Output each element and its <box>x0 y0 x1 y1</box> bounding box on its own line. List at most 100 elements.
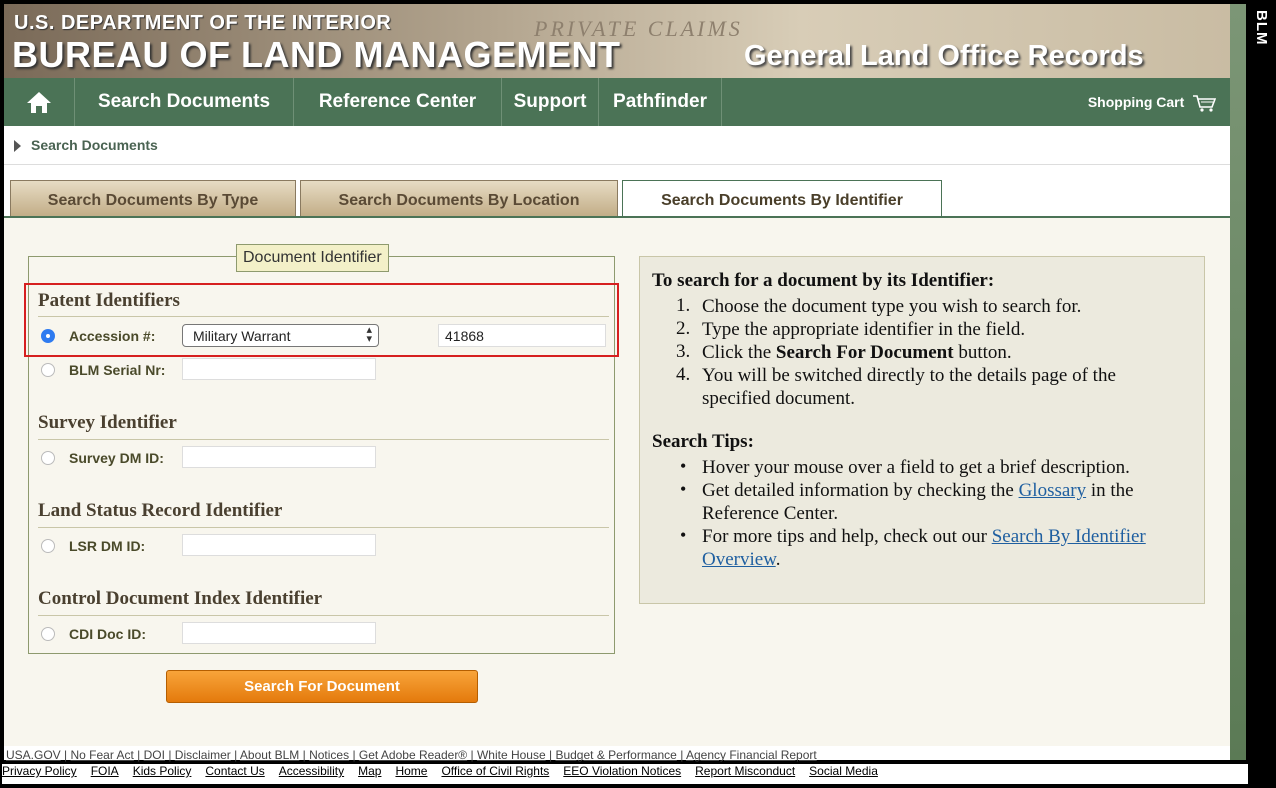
footer-link[interactable]: Get Adobe Reader® <box>359 748 467 762</box>
step3-prefix: Click the <box>702 342 772 363</box>
tip-1: Hover your mouse over a field to get a b… <box>702 457 1130 478</box>
glossary-link[interactable]: Glossary <box>1019 480 1087 501</box>
lsr-identifier-title: Land Status Record Identifier <box>38 500 283 521</box>
help-step-3: Click the Search For Document button. <box>702 341 1012 364</box>
footer-link[interactable]: USA.GOV <box>6 748 61 762</box>
content-area: Document Identifier Patent Identifiers A… <box>4 218 1230 746</box>
footer-link[interactable]: Budget & Performance <box>555 748 676 762</box>
department-name: U.S. DEPARTMENT OF THE INTERIOR <box>14 12 392 34</box>
tab-search-by-location[interactable]: Search Documents By Location <box>300 180 618 216</box>
footer-separator: | <box>164 748 175 762</box>
tab-search-by-type[interactable]: Search Documents By Type <box>10 180 296 216</box>
footer-link[interactable]: DOI <box>144 748 165 762</box>
cdi-identifier-title: Control Document Index Identifier <box>38 588 323 609</box>
step-number: 3. <box>676 341 691 362</box>
help-step-4: You will be switched directly to the det… <box>702 365 1116 386</box>
blm-serial-label: BLM Serial Nr: <box>69 362 166 378</box>
step-number: 1. <box>676 295 691 316</box>
shopping-cart-link[interactable]: Shopping Cart <box>1082 78 1222 126</box>
footer-link[interactable]: White House <box>477 748 546 762</box>
tip-3-cont: Overview. <box>702 549 781 570</box>
step-number: 4. <box>676 364 691 385</box>
footer-links-secondary: Privacy Policy FOIA Kids Policy Contact Us A… <box>2 764 1248 784</box>
footer-separator: | <box>133 748 144 762</box>
tab-search-by-identifier[interactable]: Search Documents By Identifier <box>622 180 942 217</box>
nav-reference-center[interactable]: Reference Center <box>294 78 502 126</box>
overview-link[interactable]: Overview <box>702 549 776 570</box>
breadcrumb-current[interactable]: Search Documents <box>31 137 158 153</box>
nav-pathfinder[interactable]: Pathfinder <box>599 78 722 126</box>
bureau-name[interactable]: BUREAU OF LAND MANAGEMENT <box>12 34 620 76</box>
survey-identifier-title: Survey Identifier <box>38 412 177 433</box>
bullet: • <box>680 525 687 545</box>
search-for-document-button[interactable]: Search For Document <box>166 670 478 703</box>
tip-3: For more tips and help, check out our Se… <box>702 525 1146 548</box>
right-border-gradient <box>1230 4 1246 760</box>
site-header: U.S. DEPARTMENT OF THE INTERIOR PRIVATE … <box>4 4 1230 78</box>
footer-link[interactable]: Report Misconduct <box>695 764 795 778</box>
cart-icon <box>1193 95 1217 112</box>
blm-serial-input[interactable] <box>182 358 376 380</box>
footer-separator: | <box>299 748 310 762</box>
step-number: 2. <box>676 318 691 339</box>
tip-2: Get detailed information by checking the… <box>702 479 1134 502</box>
blm-side-label: BLM <box>1253 10 1270 46</box>
site-subtitle: General Land Office Records <box>744 40 1144 72</box>
footer-separator: | <box>349 748 359 762</box>
footer-link[interactable]: Office of Civil Rights <box>441 764 549 778</box>
home-icon <box>27 92 51 113</box>
right-border <box>1230 4 1246 760</box>
survey-dm-id-label: Survey DM ID: <box>69 450 164 466</box>
footer-separator: | <box>60 748 71 762</box>
footer-link[interactable]: Privacy Policy <box>2 764 77 778</box>
footer-link[interactable]: Notices <box>309 748 349 762</box>
breadcrumb: Search Documents <box>4 126 1230 165</box>
tip2-prefix: Get detailed information by checking the <box>702 480 1014 501</box>
search-by-identifier-link[interactable]: Search By Identifier <box>992 526 1146 547</box>
breadcrumb-arrow-icon <box>14 140 21 152</box>
footer-links-primary: USA.GOV | No Fear Act | DOI | Disclaimer… <box>6 748 817 762</box>
lsr-dm-id-input[interactable] <box>182 534 376 556</box>
search-tips-heading: Search Tips: <box>652 431 754 452</box>
cdi-doc-id-label: CDI Doc ID: <box>69 626 146 642</box>
shopping-cart-label: Shopping Cart <box>1087 94 1185 110</box>
nav-home[interactable] <box>4 78 75 126</box>
footer-link[interactable]: Disclaimer <box>175 748 231 762</box>
blm-serial-radio[interactable] <box>41 363 55 377</box>
help-step-4-cont: specified document. <box>702 388 856 409</box>
section-divider <box>38 527 609 528</box>
footer-link[interactable]: Home <box>395 764 427 778</box>
footer-separator: | <box>545 748 556 762</box>
help-step-1: Choose the document type you wish to sea… <box>702 296 1082 317</box>
bullet: • <box>680 456 687 476</box>
tip2-suffix: in the <box>1090 480 1134 501</box>
lsr-radio[interactable] <box>41 539 55 553</box>
footer-separator: | <box>467 748 477 762</box>
footer-link[interactable]: Map <box>358 764 381 778</box>
footer-link[interactable]: Kids Policy <box>133 764 192 778</box>
footer-link[interactable]: EEO Violation Notices <box>563 764 681 778</box>
footer-link[interactable]: No Fear Act <box>70 748 133 762</box>
footer-link[interactable]: Contact Us <box>205 764 264 778</box>
page: U.S. DEPARTMENT OF THE INTERIOR PRIVATE … <box>4 4 1230 762</box>
nav-search-documents[interactable]: Search Documents <box>75 78 294 126</box>
lsr-dm-id-label: LSR DM ID: <box>69 538 146 554</box>
footer-link[interactable]: FOIA <box>91 764 119 778</box>
help-step-2: Type the appropriate identifier in the f… <box>702 319 1026 340</box>
cdi-doc-id-input[interactable] <box>182 622 376 644</box>
tip-2-cont: Reference Center. <box>702 503 839 524</box>
footer-link[interactable]: Accessibility <box>279 764 344 778</box>
highlight-box <box>24 283 619 357</box>
nav-support[interactable]: Support <box>502 78 599 126</box>
help-panel: To search for a document by its Identifi… <box>639 256 1205 604</box>
section-divider <box>38 615 609 616</box>
footer-link[interactable]: Social Media <box>809 764 878 778</box>
survey-radio[interactable] <box>41 451 55 465</box>
survey-dm-id-input[interactable] <box>182 446 376 468</box>
fieldset-legend: Document Identifier <box>236 244 389 272</box>
help-heading: To search for a document by its Identifi… <box>652 270 995 291</box>
cdi-radio[interactable] <box>41 627 55 641</box>
footer-link[interactable]: About BLM <box>240 748 299 762</box>
tip3-prefix: For more tips and help, check out our <box>702 526 987 547</box>
footer-link[interactable]: Agency Financial Report <box>686 748 817 762</box>
